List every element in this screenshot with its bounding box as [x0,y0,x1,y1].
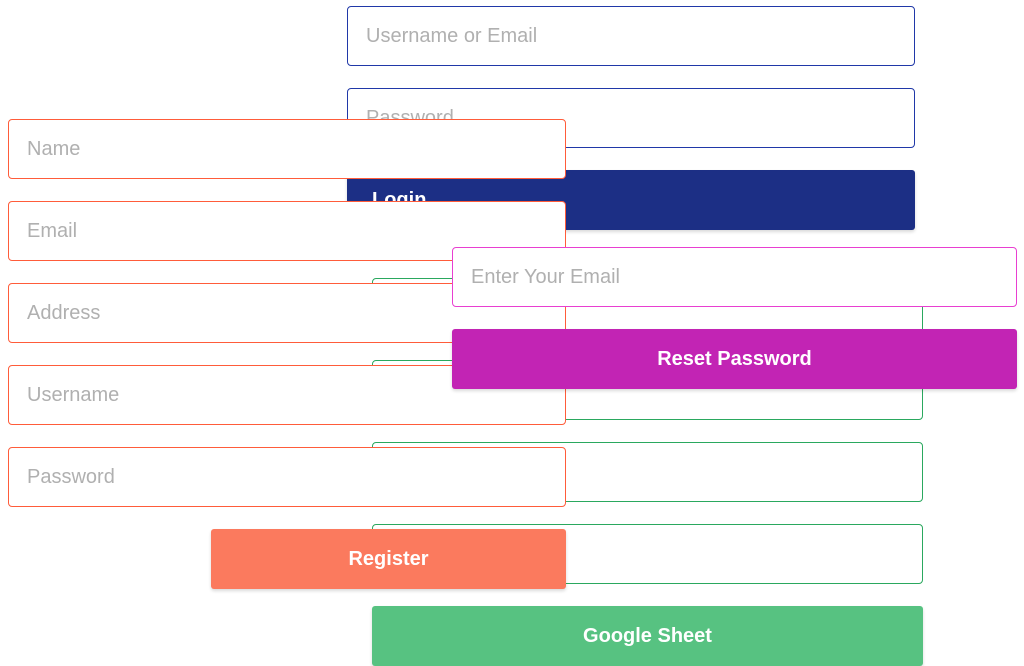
reset-email-input[interactable] [452,247,1017,307]
register-button[interactable]: Register [211,529,566,589]
login-username-input[interactable] [347,6,915,66]
register-password-input[interactable] [8,447,566,507]
reset-password-form: Reset Password [452,247,1017,389]
google-sheet-button[interactable]: Google Sheet [372,606,923,666]
reset-password-button[interactable]: Reset Password [452,329,1017,389]
name-input[interactable] [8,119,566,179]
